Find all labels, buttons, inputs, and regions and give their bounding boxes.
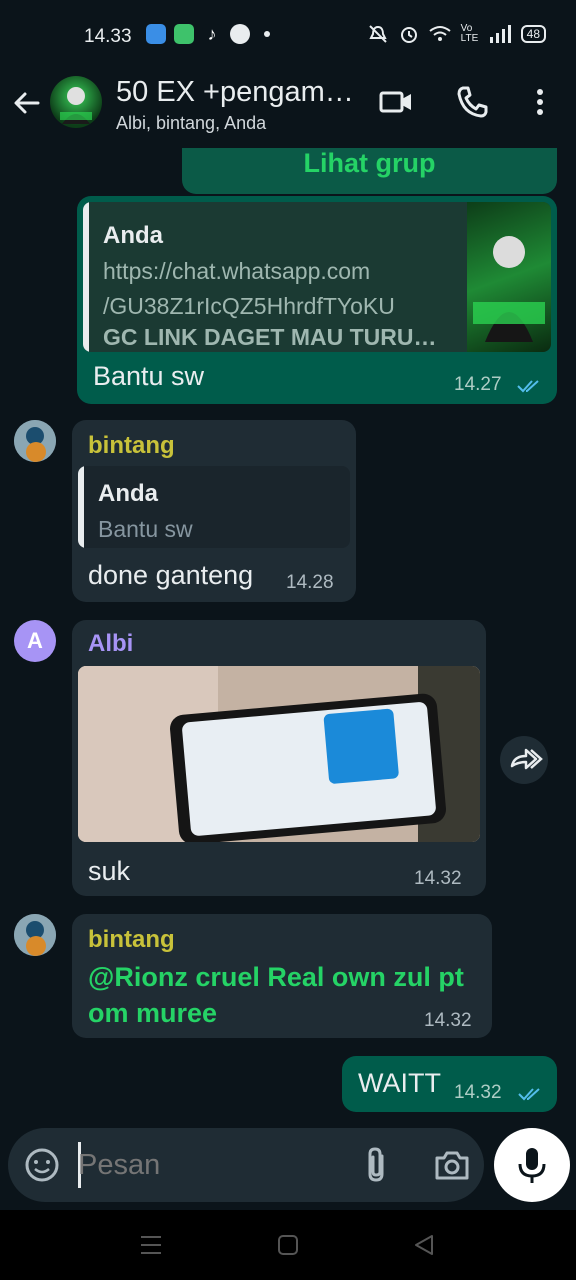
sender-name: bintang xyxy=(88,432,175,459)
app-notification-icon xyxy=(146,24,166,44)
camera-icon[interactable] xyxy=(434,1149,470,1181)
quote-author: Anda xyxy=(103,222,163,249)
wifi-icon xyxy=(429,26,451,41)
message-bubble-incoming[interactable]: bintang Anda Bantu sw done ganteng 14.28 xyxy=(72,420,356,602)
sticker-icon[interactable] xyxy=(24,1147,60,1183)
system-icons: Vo LTE 48 xyxy=(367,24,546,44)
group-avatar-image xyxy=(60,87,92,124)
mention-text-line2[interactable]: om muree xyxy=(88,998,217,1029)
mention-text-line1[interactable]: @Rionz cruel Real own zul pt xyxy=(88,962,464,993)
forward-icon xyxy=(510,748,543,770)
quoted-message[interactable]: Anda https://chat.whatsapp.com /GU38Z1rI… xyxy=(83,202,551,352)
read-ticks-icon xyxy=(518,1088,540,1101)
sender-name: bintang xyxy=(88,926,175,953)
message-composer[interactable] xyxy=(8,1128,484,1202)
chat-header: 50 EX +pengam… Albi, bintang, Anda xyxy=(0,70,576,148)
read-ticks-icon xyxy=(517,380,539,393)
message-time: 14.32 xyxy=(454,1082,502,1103)
notification-icons: ♪ xyxy=(146,24,270,44)
forward-button[interactable] xyxy=(500,736,548,784)
message-input[interactable] xyxy=(78,1142,338,1188)
video-call-icon[interactable] xyxy=(378,84,414,120)
battery-indicator: 48 xyxy=(520,25,546,43)
attach-icon[interactable] xyxy=(362,1146,392,1184)
tiktok-icon: ♪ xyxy=(202,24,222,44)
more-notifications-icon xyxy=(264,31,270,37)
message-bubble-incoming[interactable]: Albi suk 14.32 xyxy=(72,620,486,896)
volte-label: Vo LTE xyxy=(460,23,479,44)
quote-extra: GC LINK DAGET MAU TURU… xyxy=(103,324,437,350)
message-time: 14.32 xyxy=(424,1010,472,1031)
quote-author: Anda xyxy=(98,480,158,507)
message-time: 14.32 xyxy=(414,868,462,889)
status-time: 14.33 xyxy=(84,26,132,47)
quoted-message[interactable]: Anda Bantu sw xyxy=(78,466,350,548)
quote-url-line2: /GU38Z1rIcQZ5HhrdfTYoKU xyxy=(103,293,395,319)
quote-thumbnail xyxy=(467,202,551,352)
chat-participants[interactable]: Albi, bintang, Anda xyxy=(116,113,266,134)
message-bubble-outgoing[interactable]: Anda https://chat.whatsapp.com /GU38Z1rI… xyxy=(77,196,557,404)
quote-text: Bantu sw xyxy=(98,516,193,542)
photo-phone-image xyxy=(78,666,480,842)
sender-avatar[interactable] xyxy=(14,914,56,956)
more-options-icon[interactable] xyxy=(522,84,558,120)
sender-avatar[interactable] xyxy=(14,420,56,462)
system-navigation-bar xyxy=(0,1210,576,1280)
quote-bar xyxy=(83,202,89,352)
mute-icon xyxy=(368,25,387,43)
quote-bar xyxy=(78,466,84,548)
message-time: 14.27 xyxy=(454,374,502,395)
voice-call-icon[interactable] xyxy=(455,84,491,120)
status-bar: 14.33 ♪ Vo LTE 48 xyxy=(0,0,576,70)
chat-messages[interactable]: Lihat grup Anda https://chat.whatsapp.co… xyxy=(0,148,576,1126)
home-icon[interactable] xyxy=(276,1233,300,1257)
back-arrow-icon[interactable] xyxy=(12,88,42,118)
chat-title[interactable]: 50 EX +pengam… xyxy=(116,76,354,109)
message-text: Bantu sw xyxy=(93,361,205,391)
message-time: 14.28 xyxy=(286,572,334,593)
group-thumbnail-image xyxy=(473,236,545,342)
bintang-avatar-image xyxy=(14,420,56,462)
view-group-button[interactable]: Lihat grup xyxy=(182,148,557,179)
bintang-avatar-image xyxy=(14,914,56,956)
message-image[interactable] xyxy=(78,666,480,842)
alarm-icon xyxy=(400,27,417,43)
back-nav-icon[interactable] xyxy=(412,1233,436,1257)
quote-url-line1: https://chat.whatsapp.com xyxy=(103,258,371,284)
message-bubble-incoming[interactable]: bintang @Rionz cruel Real own zul pt om … xyxy=(72,914,492,1038)
sender-name: Albi xyxy=(88,630,134,657)
recent-apps-icon[interactable] xyxy=(139,1234,163,1256)
sender-avatar-letter[interactable]: A xyxy=(14,620,56,662)
chat-app-icon xyxy=(230,24,250,44)
message-text: WAITT xyxy=(358,1068,441,1098)
message-text: suk xyxy=(88,856,131,886)
group-link-card[interactable]: Lihat grup xyxy=(182,148,557,194)
group-avatar[interactable] xyxy=(50,76,102,128)
signal-icon xyxy=(489,25,511,43)
voice-record-button[interactable] xyxy=(494,1128,570,1202)
microphone-icon xyxy=(518,1148,546,1183)
message-bubble-outgoing[interactable]: WAITT 14.32 xyxy=(342,1056,557,1112)
calculator-icon xyxy=(174,24,194,44)
message-text: done ganteng xyxy=(88,560,254,590)
